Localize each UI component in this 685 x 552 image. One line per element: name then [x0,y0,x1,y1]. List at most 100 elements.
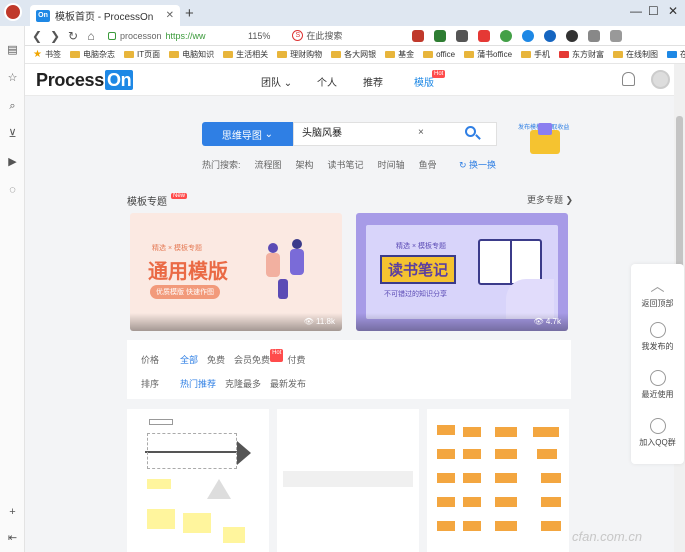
filter-option[interactable]: 全部 [180,353,198,366]
url-field[interactable]: processon https://ww [108,31,238,41]
collapse-icon[interactable]: ⇤ [6,532,19,545]
cart-icon[interactable]: ⊻ [6,128,19,141]
extension-icon[interactable] [544,29,557,42]
browser-search-field[interactable]: S 在此搜索 [292,29,372,42]
card-subtitle: 优质模版 快速作图 [150,285,220,299]
reload-button[interactable]: ↻ [64,29,82,43]
hot-search-term[interactable]: 架构 [296,158,314,171]
search-engine-icon[interactable]: S [292,30,304,41]
bookmark-item[interactable]: 手机 [521,49,550,60]
site-header: Process On 团队 ⌄ 个人 推荐 模版 Hot [25,64,674,96]
sort-option[interactable]: 最新发布 [270,377,306,390]
filter-option[interactable]: 免费 [207,353,225,366]
search-icon[interactable]: ⌕ [6,100,19,113]
bookmarks-label[interactable]: 书签 [45,49,61,60]
add-icon[interactable]: + [6,506,19,519]
filter-option[interactable]: 付费 [287,353,305,366]
topic-card[interactable]: 精选 × 模板专题 通用模版 优质模版 快速作图 👁 11.8k [130,213,342,331]
bookmark-item[interactable]: IT页面 [123,49,160,60]
my-published-button[interactable]: 我发布的 [631,322,684,352]
extension-icon[interactable] [412,29,425,42]
zoom-level[interactable]: 115% [248,31,270,41]
bookmark-item[interactable]: 理财购物 [277,49,322,60]
price-filter: 价格 全部 免费 会员免费 Hot 付费 [141,349,314,366]
browser-tab[interactable]: On 模板首页 - ProcessOn ✕ [30,5,180,26]
sort-option[interactable]: 热门推荐 [180,377,216,390]
close-window-button[interactable]: ✕ [668,4,678,18]
recent-button[interactable]: 最近使用 [631,370,684,400]
hot-search-term[interactable]: 流程图 [255,158,282,171]
bookmark-item[interactable]: office [423,50,455,59]
home-button[interactable]: ⌂ [82,29,100,43]
extension-icon[interactable] [500,29,513,42]
nav-template[interactable]: 模版 [414,74,434,89]
tab-close-icon[interactable]: ✕ [166,10,174,21]
search-hero: 思维导图 ⌄ 头脑风暴 × 热门搜索: 流程图 架构 读书笔记 时间轴 鱼骨 ↻… [25,96,674,201]
hot-search-term[interactable]: 鱼骨 [419,158,437,171]
hot-badge: Hot [432,70,446,78]
template-thumbnail[interactable] [277,409,419,552]
page-content: Process On 团队 ⌄ 个人 推荐 模版 Hot 思维导图 ⌄ 头脑风暴 … [25,64,674,552]
lock-icon [108,31,116,40]
join-qq-button[interactable]: 加入QQ群 [631,418,684,448]
bookmark-item[interactable]: 各大网银 [331,49,376,60]
refresh-hot-button[interactable]: ↻ 换一换 [459,158,496,171]
maximize-button[interactable]: ☐ [648,4,659,18]
filter-option[interactable]: 会员免费 [234,353,270,366]
bookmark-item[interactable]: 在线制图 [613,49,658,60]
hot-search-term[interactable]: 时间轴 [378,158,405,171]
browser-logo-icon[interactable] [4,3,22,21]
menu-icon[interactable] [610,29,623,42]
folder-icon [169,51,180,58]
site-icon [559,51,570,58]
browser-sidebar: ▤ ☆ ⌕ ⊻ ▶ ◌ + ⇤ [0,26,25,552]
nav-team[interactable]: 团队 ⌄ [261,74,292,89]
people-illustration [258,239,318,303]
new-tab-button[interactable]: + [185,5,194,22]
back-to-top-button[interactable]: ︿ 返回顶部 [631,276,684,309]
extension-icon[interactable] [566,29,579,42]
template-thumbnail[interactable] [127,409,269,552]
extension-icon[interactable] [434,29,447,42]
extension-icon[interactable] [522,29,535,42]
clear-icon[interactable]: × [418,127,424,138]
bookmark-item[interactable]: 电脑知识 [169,49,214,60]
new-badge: New [171,193,188,199]
video-icon[interactable]: ▶ [6,156,19,169]
translate-icon[interactable] [456,29,469,42]
bookmark-item[interactable]: 电脑杂志 [69,49,115,60]
topic-card[interactable]: 精选 × 模板专题 读书笔记 不可错过的知识分享 👁 4.7k [356,213,568,331]
watermark: cfan.com.cn [572,529,643,544]
processon-logo[interactable]: Process On [36,70,134,91]
bookmark-item[interactable]: 基金 [385,49,414,60]
more-topics-link[interactable]: 更多专题 ❯ [527,193,573,206]
chat-icon[interactable]: ◌ [6,184,19,197]
bookmark-item[interactable]: 蒲书office [464,49,512,60]
search-placeholder: 在此搜索 [306,31,343,41]
back-button[interactable]: ❮ [28,29,46,43]
download-icon[interactable] [588,29,601,42]
hot-search-term[interactable]: 读书笔记 [328,158,364,171]
view-count: 👁 4.7k [533,317,561,326]
favorites-icon[interactable]: ☆ [6,72,19,85]
folder-icon [613,51,624,58]
bookmark-item[interactable]: 在线 [667,49,685,60]
bookmark-item[interactable]: 生活相关 [223,49,268,60]
nav-personal[interactable]: 个人 [317,74,337,89]
search-button[interactable] [462,124,482,144]
diagram-type-dropdown[interactable]: 思维导图 ⌄ [202,122,293,146]
extension-icon[interactable] [478,29,491,42]
hot-search-row: 热门搜索: 流程图 架构 读书笔记 时间轴 鱼骨 [202,158,451,171]
template-thumbnail[interactable] [427,409,569,552]
publish-promo[interactable]: 发布模板 赚取收益 [518,118,574,158]
bookmark-item[interactable]: 东方财富 [559,49,604,60]
sort-option[interactable]: 克隆最多 [225,377,261,390]
url-host: processon [120,30,162,41]
reader-icon[interactable]: ▤ [6,44,19,57]
nav-recommend[interactable]: 推荐 [363,74,383,89]
minimize-button[interactable]: — [630,4,642,18]
user-avatar[interactable] [651,70,670,89]
view-count: 👁 11.8k [303,317,335,326]
bell-icon[interactable] [622,72,635,86]
forward-button[interactable]: ❯ [46,29,64,43]
